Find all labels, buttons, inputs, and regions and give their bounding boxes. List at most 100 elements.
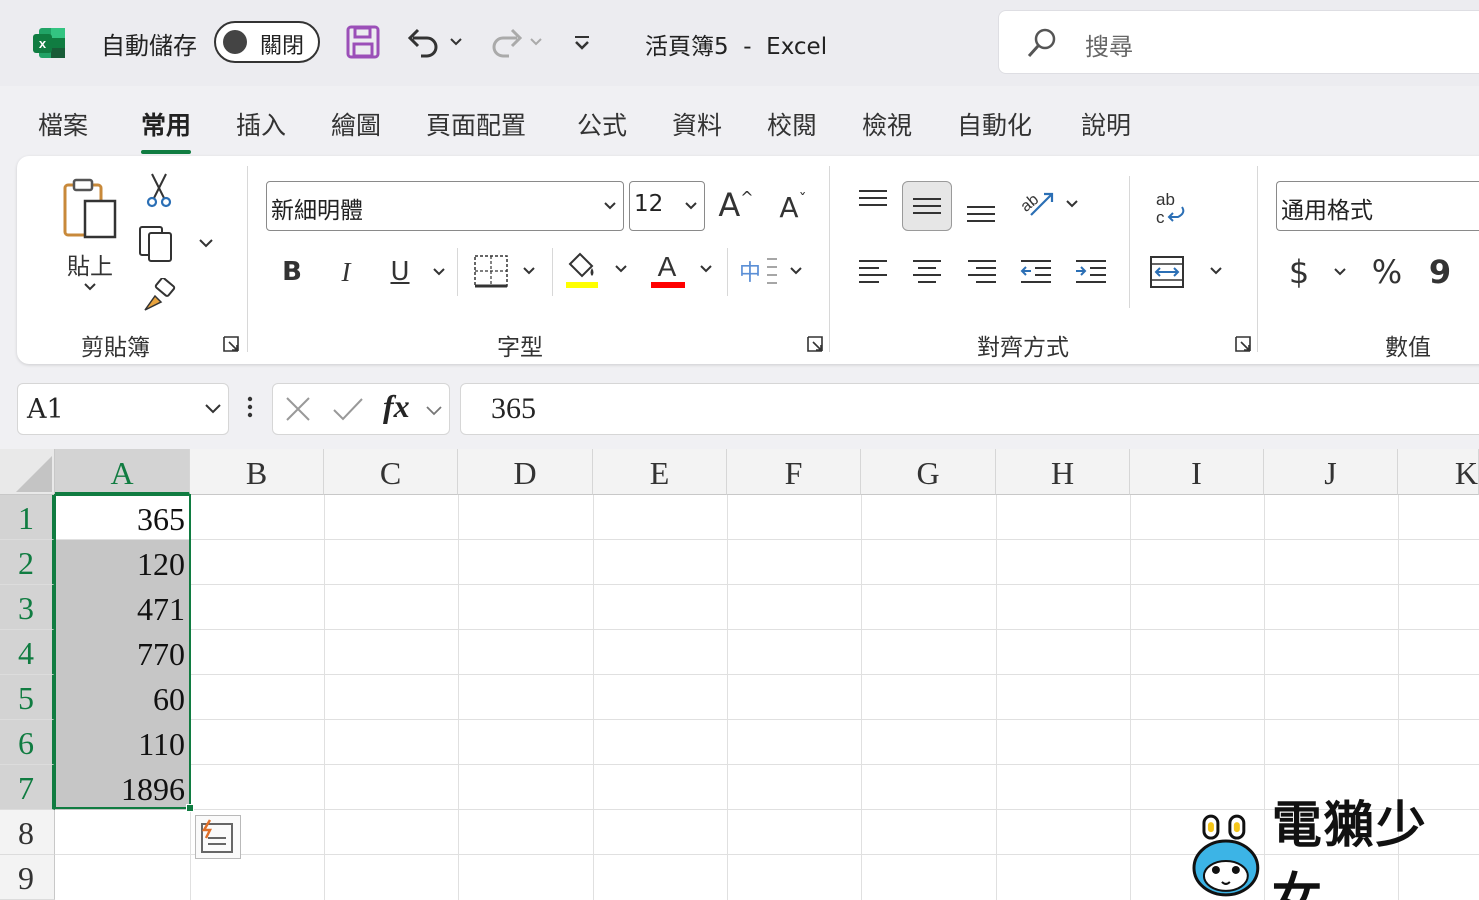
column-header-g[interactable]: G xyxy=(861,449,996,495)
insert-function-button[interactable]: fx xyxy=(383,388,410,425)
autosave-toggle[interactable]: 關閉 xyxy=(214,21,320,63)
column-header-h[interactable]: H xyxy=(996,449,1130,495)
increase-font-size-button[interactable]: A ^ xyxy=(716,182,756,228)
gridline xyxy=(324,495,325,900)
currency-dropdown-icon[interactable] xyxy=(1332,266,1348,278)
fill-handle[interactable] xyxy=(186,804,194,812)
row-header-2[interactable]: 2 xyxy=(0,540,55,585)
wrap-text-button[interactable]: ab c xyxy=(1147,184,1193,230)
save-icon xyxy=(346,25,380,59)
bold-button[interactable]: B xyxy=(275,252,309,292)
divider xyxy=(552,248,553,296)
tab-page-layout[interactable]: 頁面配置 xyxy=(426,106,526,142)
formula-input[interactable]: 365 xyxy=(460,383,1479,435)
gridline xyxy=(458,495,459,900)
row-header-5[interactable]: 5 xyxy=(0,675,55,720)
toggle-knob xyxy=(223,30,247,54)
tab-draw[interactable]: 繪圖 xyxy=(331,106,381,142)
enter-check-icon[interactable] xyxy=(331,394,365,424)
cancel-icon[interactable] xyxy=(283,394,313,424)
tab-insert[interactable]: 插入 xyxy=(236,106,286,142)
paste-dropdown-icon xyxy=(84,283,96,291)
gridline xyxy=(55,764,1479,765)
row-header-9[interactable]: 9 xyxy=(0,855,55,900)
column-header-a[interactable]: A xyxy=(55,449,190,495)
column-header-f[interactable]: F xyxy=(727,449,861,495)
font-name-dropdown[interactable]: 新細明體 xyxy=(266,181,624,231)
copy-button[interactable] xyxy=(137,222,217,264)
currency-button[interactable]: $ xyxy=(1282,250,1316,294)
search-box[interactable]: 搜尋 xyxy=(998,10,1479,74)
align-center-button[interactable] xyxy=(909,252,945,292)
redo-button[interactable] xyxy=(484,22,548,62)
font-launcher-icon[interactable] xyxy=(807,336,823,352)
more-options-icon[interactable] xyxy=(244,394,256,424)
fill-color-button[interactable] xyxy=(562,248,634,294)
name-box[interactable]: A1 xyxy=(17,383,229,435)
column-header-d[interactable]: D xyxy=(458,449,593,495)
borders-button[interactable] xyxy=(472,252,542,292)
percent-button[interactable]: % xyxy=(1367,250,1407,294)
tab-data[interactable]: 資料 xyxy=(672,106,722,142)
name-box-value: A1 xyxy=(27,394,64,425)
tab-home[interactable]: 常用 xyxy=(141,106,192,154)
customize-quick-access-button[interactable] xyxy=(567,22,597,62)
alignment-launcher-icon[interactable] xyxy=(1235,336,1251,352)
increase-indent-button[interactable] xyxy=(1073,252,1109,292)
number-format-dropdown[interactable]: 通用格式 xyxy=(1276,181,1479,231)
format-painter-button[interactable] xyxy=(139,276,179,316)
tab-view[interactable]: 檢視 xyxy=(862,106,912,142)
merge-center-button[interactable] xyxy=(1147,252,1227,292)
phonetic-guide-button[interactable]: 中 xyxy=(739,250,811,292)
column-header-k[interactable]: K xyxy=(1398,449,1479,495)
number-format-value: 通用格式 xyxy=(1281,198,1373,224)
orientation-button[interactable]: ab xyxy=(1017,184,1085,224)
group-separator xyxy=(1257,166,1258,352)
underline-dropdown-icon[interactable] xyxy=(431,266,447,278)
align-right-button[interactable] xyxy=(964,252,1000,292)
align-bottom-button[interactable] xyxy=(963,192,999,228)
select-all-corner[interactable] xyxy=(0,449,55,495)
row-header-7[interactable]: 7 xyxy=(0,765,55,810)
watermark-text: 電獺少女 xyxy=(1271,796,1428,900)
phonetic-extra-icon xyxy=(767,258,802,284)
decrease-font-size-button[interactable]: Aˇ xyxy=(773,184,813,230)
document-title: 活頁簿5 - Excel xyxy=(645,34,828,60)
cut-button[interactable] xyxy=(141,170,177,210)
group-separator xyxy=(829,166,830,352)
gridline xyxy=(861,495,862,900)
row-header-6[interactable]: 6 xyxy=(0,720,55,765)
row-header-4[interactable]: 4 xyxy=(0,630,55,675)
formula-controls: fx xyxy=(272,383,450,435)
clipboard-launcher-icon[interactable] xyxy=(223,336,239,352)
column-header-e[interactable]: E xyxy=(593,449,727,495)
tab-help[interactable]: 說明 xyxy=(1081,106,1131,142)
row-header-1[interactable]: 1 xyxy=(0,495,55,540)
autosave-label: 自動儲存 xyxy=(101,32,197,60)
row-header-3[interactable]: 3 xyxy=(0,585,55,630)
align-top-button[interactable] xyxy=(855,184,891,220)
chevron-down-icon xyxy=(685,202,697,210)
tab-formulas[interactable]: 公式 xyxy=(577,106,627,142)
chevron-down-icon[interactable] xyxy=(425,404,443,418)
align-middle-button[interactable] xyxy=(902,181,952,231)
comma-style-button[interactable]: 9 xyxy=(1425,250,1455,294)
decrease-indent-button[interactable] xyxy=(1018,252,1054,292)
row-header-8[interactable]: 8 xyxy=(0,810,55,855)
quick-analysis-button[interactable] xyxy=(195,815,241,859)
column-header-i[interactable]: I xyxy=(1130,449,1264,495)
column-header-c[interactable]: C xyxy=(324,449,458,495)
tab-review[interactable]: 校閱 xyxy=(767,106,817,142)
column-header-j[interactable]: J xyxy=(1264,449,1398,495)
underline-button[interactable]: U xyxy=(383,252,417,292)
column-header-b[interactable]: B xyxy=(190,449,324,495)
undo-button[interactable] xyxy=(402,22,466,62)
tab-automate[interactable]: 自動化 xyxy=(957,106,1032,142)
tab-file[interactable]: 檔案 xyxy=(38,106,88,142)
paste-button[interactable]: 貼上 xyxy=(55,170,125,300)
align-left-button[interactable] xyxy=(855,252,891,292)
font-size-dropdown[interactable]: 12 xyxy=(629,181,705,231)
font-color-button[interactable]: A xyxy=(647,248,719,294)
italic-button[interactable]: I xyxy=(329,252,363,292)
save-button[interactable] xyxy=(343,22,383,62)
